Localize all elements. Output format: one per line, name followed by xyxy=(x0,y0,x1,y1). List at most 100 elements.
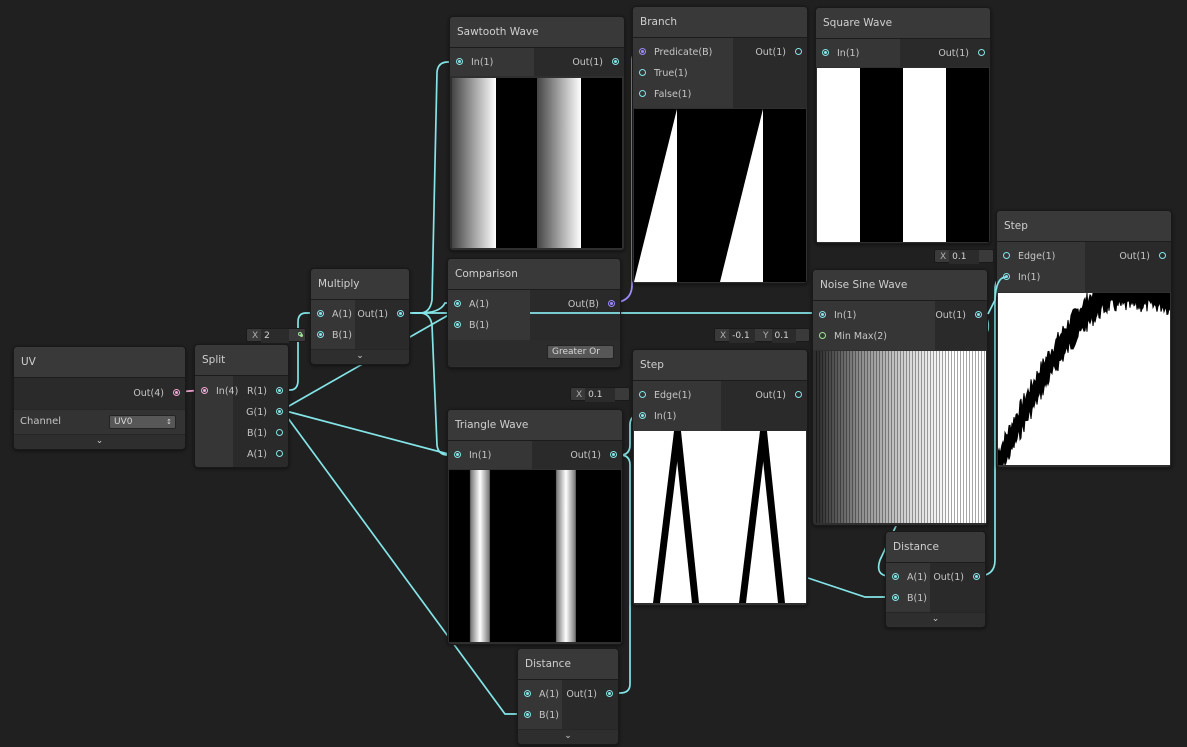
distance-bottom-a-port[interactable]: A(1) xyxy=(524,684,559,705)
uv-node[interactable]: UV Out(4) Channel UV0 ↕ ⌄ xyxy=(13,346,186,450)
comparison-a-port[interactable]: A(1) xyxy=(454,294,489,315)
distance-right-b-port[interactable]: B(1) xyxy=(892,588,927,609)
multiply-node[interactable]: Multiply A(1) B(1) Out(1) ⌄ xyxy=(310,268,410,365)
split-g-port[interactable]: G(1) xyxy=(246,402,283,423)
step-mid-edge-field-value[interactable]: 0.1 xyxy=(585,388,616,402)
comparison-out-label: Out(B) xyxy=(567,299,599,310)
noise-out-port[interactable]: Out(1) xyxy=(935,305,982,326)
step-mid-edge-port[interactable]: Edge(1) xyxy=(639,385,691,406)
sawtooth-out-label: Out(1) xyxy=(572,57,603,68)
port-dot-icon xyxy=(454,300,461,307)
port-dot-icon xyxy=(276,429,283,436)
split-a-port[interactable]: A(1) xyxy=(247,444,283,465)
split-in-port[interactable]: In(4) xyxy=(201,381,238,402)
triangle-in-label: In(1) xyxy=(469,450,492,461)
port-dot-icon xyxy=(606,690,613,697)
distance-bottom-b-port[interactable]: B(1) xyxy=(524,705,559,726)
multiply-out-port[interactable]: Out(1) xyxy=(357,304,404,325)
split-a-label: A(1) xyxy=(247,449,267,460)
noise-minmax-label: Min Max(2) xyxy=(834,331,887,342)
multiply-b-field-value[interactable]: 2 xyxy=(261,329,290,343)
noise-minmax-x-value[interactable]: -0.1 xyxy=(729,329,756,343)
step-top-title: Step xyxy=(997,211,1171,242)
triangle-wave-title: Triangle Wave xyxy=(448,410,622,441)
distance-right-out-port[interactable]: Out(1) xyxy=(933,567,980,588)
step-mid-edge-field[interactable]: X 0.1 xyxy=(570,387,630,402)
multiply-a-port[interactable]: A(1) xyxy=(317,304,352,325)
distance-bottom-expand-toggle[interactable]: ⌄ xyxy=(518,729,618,743)
port-dot-icon xyxy=(795,48,802,55)
port-dot-icon xyxy=(317,331,324,338)
split-node[interactable]: Split In(4) R(1) G(1) B(1) A(1) xyxy=(194,344,289,468)
step-mid-in-port[interactable]: In(1) xyxy=(639,406,676,427)
port-dot-icon xyxy=(612,58,619,65)
distance-right-node[interactable]: Distance A(1) B(1) Out(1) ⌄ xyxy=(885,531,986,628)
step-top-out-port[interactable]: Out(1) xyxy=(1119,246,1166,267)
distance-bottom-out-port[interactable]: Out(1) xyxy=(566,684,613,705)
noise-in-port[interactable]: In(1) xyxy=(819,305,856,326)
uv-out-label: Out(4) xyxy=(133,388,164,399)
step-mid-node[interactable]: Step Edge(1) In(1) Out(1) xyxy=(632,349,808,606)
comparison-b-port[interactable]: B(1) xyxy=(454,315,489,336)
noise-out-label: Out(1) xyxy=(935,310,966,321)
noise-sine-preview xyxy=(816,351,986,523)
square-out-port[interactable]: Out(1) xyxy=(938,43,985,64)
noise-minmax-port[interactable]: Min Max(2) xyxy=(819,326,887,347)
sawtooth-out-port[interactable]: Out(1) xyxy=(572,52,619,73)
branch-predicate-label: Predicate(B) xyxy=(654,47,713,58)
port-dot-icon xyxy=(795,391,802,398)
noise-sine-wave-node[interactable]: Noise Sine Wave In(1) Min Max(2) Out(1) xyxy=(812,269,988,526)
branch-true-port[interactable]: True(1) xyxy=(639,63,688,84)
wire-split-g-to-triangle xyxy=(281,409,453,456)
port-dot-icon xyxy=(639,69,646,76)
distance-bottom-node[interactable]: Distance A(1) B(1) Out(1) ⌄ xyxy=(517,648,619,745)
branch-false-port[interactable]: False(1) xyxy=(639,84,691,105)
step-top-in-port[interactable]: In(1) xyxy=(1003,267,1040,288)
distance-right-a-port[interactable]: A(1) xyxy=(892,567,927,588)
sawtooth-in-port[interactable]: In(1) xyxy=(456,52,493,73)
split-r-port[interactable]: R(1) xyxy=(247,381,283,402)
noise-minmax-field[interactable]: X -0.1 Y 0.1 xyxy=(714,328,810,343)
sawtooth-wave-title: Sawtooth Wave xyxy=(450,17,624,48)
port-dot-icon xyxy=(1003,273,1010,280)
comparison-mode-value: Greater Or Equ xyxy=(552,347,600,357)
branch-predicate-port[interactable]: Predicate(B) xyxy=(639,42,712,63)
square-out-label: Out(1) xyxy=(938,48,969,59)
port-dot-icon xyxy=(819,332,826,339)
port-dot-icon xyxy=(608,300,615,307)
step-top-edge-field[interactable]: X 0.1 xyxy=(934,249,994,264)
triangle-out-port[interactable]: Out(1) xyxy=(570,445,617,466)
multiply-expand-toggle[interactable]: ⌄ xyxy=(311,349,409,363)
multiply-b-port[interactable]: B(1) xyxy=(317,325,352,346)
comparison-a-label: A(1) xyxy=(469,299,489,310)
port-dot-icon xyxy=(276,408,283,415)
step-top-preview xyxy=(998,293,1170,465)
uv-out-port[interactable]: Out(4) xyxy=(133,383,180,404)
split-b-port[interactable]: B(1) xyxy=(247,423,283,444)
step-top-edge-port[interactable]: Edge(1) xyxy=(1003,246,1055,267)
comparison-out-port[interactable]: Out(B) xyxy=(568,294,615,315)
distance-bottom-a-label: A(1) xyxy=(539,689,559,700)
step-top-edge-field-value[interactable]: 0.1 xyxy=(949,250,980,264)
branch-out-label: Out(1) xyxy=(755,47,786,58)
square-in-port[interactable]: In(1) xyxy=(822,43,859,64)
port-dot-icon xyxy=(397,310,404,317)
uv-expand-toggle[interactable]: ⌄ xyxy=(14,434,185,448)
triangle-in-port[interactable]: In(1) xyxy=(454,445,491,466)
step-top-node[interactable]: Step Edge(1) In(1) Out(1) xyxy=(996,210,1172,468)
sawtooth-wave-node[interactable]: Sawtooth Wave In(1) Out(1) xyxy=(449,16,625,251)
port-dot-icon xyxy=(456,58,463,65)
triangle-wave-node[interactable]: Triangle Wave In(1) Out(1) xyxy=(447,409,623,645)
square-wave-node[interactable]: Square Wave In(1) Out(1) xyxy=(815,7,991,244)
branch-out-port[interactable]: Out(1) xyxy=(755,42,802,63)
noise-minmax-y-value[interactable]: 0.1 xyxy=(771,329,796,343)
branch-true-label: True(1) xyxy=(654,68,688,79)
step-mid-out-port[interactable]: Out(1) xyxy=(755,385,802,406)
multiply-b-field-label: X xyxy=(252,331,259,341)
multiply-b-field[interactable]: X2 xyxy=(246,328,306,343)
comparison-mode-select[interactable]: Greater Or Equ xyxy=(547,345,614,359)
distance-right-expand-toggle[interactable]: ⌄ xyxy=(886,612,985,626)
uv-channel-select[interactable]: UV0 ↕ xyxy=(109,415,176,429)
branch-node[interactable]: Branch Predicate(B) True(1) False(1) Out… xyxy=(632,6,808,284)
comparison-node[interactable]: Comparison A(1) B(1) Out(B) Greater Or E… xyxy=(447,258,621,368)
